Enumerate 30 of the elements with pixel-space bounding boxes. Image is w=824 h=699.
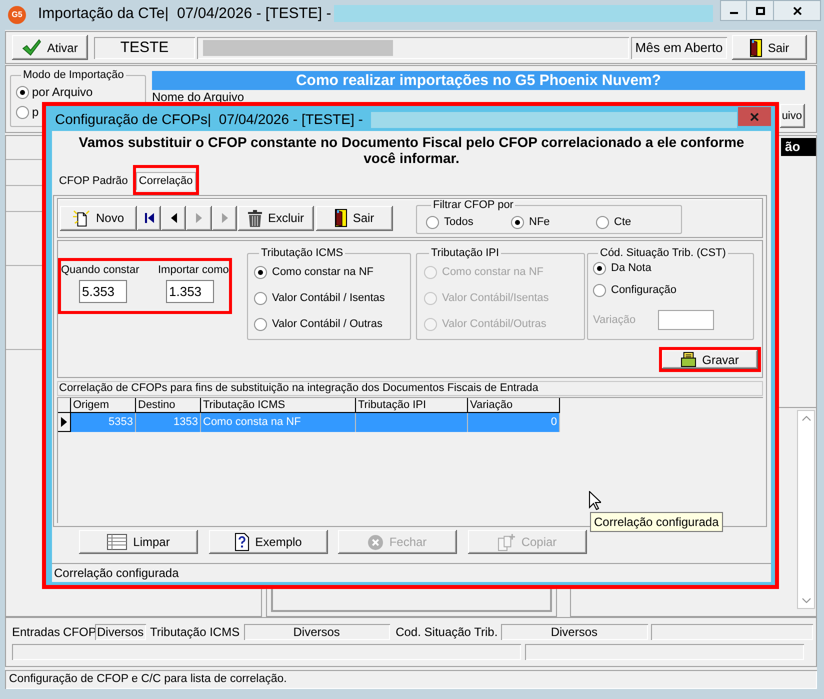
tooltip: Correlação configurada bbox=[590, 512, 723, 532]
group-title: Tributação ICMS bbox=[260, 247, 344, 260]
app-logo: G5 bbox=[8, 6, 26, 24]
field-label: Cod. Situação Trib. bbox=[396, 624, 498, 640]
grid-caption: Correlação de CFOPs para fins de substituição na integração dos Documentos Fiscais de Entrada bbox=[57, 381, 763, 396]
group-title: Cód. Situação Trib. (CST) bbox=[599, 247, 727, 260]
group-title: Tributação IPI bbox=[430, 247, 500, 260]
intro-text: Vamos substituir o CFOP constante no Documento Fiscal pelo CFOP correlacionado a ele conforme você informar. bbox=[78, 134, 746, 166]
window-title: Importação da CTe| 07/04/2026 - [TESTE] - bbox=[38, 5, 332, 23]
field-label: Importar como bbox=[158, 264, 229, 277]
dialog-title: Configuração de CFOPs| 07/04/2026 - [TESTE] - bbox=[55, 111, 363, 128]
field-label: Nome do Arquivo bbox=[152, 91, 246, 103]
readonly-field: Diversos bbox=[95, 624, 146, 640]
readonly-field: Diversos bbox=[244, 624, 390, 640]
readonly-field: Diversos bbox=[500, 624, 648, 640]
dialog-status-bar: Correlação configurada bbox=[52, 563, 771, 582]
field-label: Tributação ICMS bbox=[150, 624, 240, 640]
period-field: Mês em Aberto bbox=[631, 36, 727, 58]
company-field: TESTE bbox=[94, 36, 195, 58]
table-cell: 0 bbox=[468, 413, 560, 432]
group-title: Filtrar CFOP por bbox=[432, 198, 514, 212]
field-label: Quando constar bbox=[61, 264, 140, 277]
field-label: Entradas bbox=[12, 624, 62, 640]
status-bar: Configuração de CFOP e C/C para lista de correlação. bbox=[5, 670, 817, 689]
table-cell: 5353 bbox=[71, 413, 136, 432]
field-label: Variação bbox=[593, 314, 637, 326]
field-label: CFOP bbox=[63, 624, 95, 640]
table-cell: 1353 bbox=[136, 413, 201, 432]
table-cell: Como consta na NF bbox=[201, 413, 356, 432]
group-title: Modo de Importação bbox=[22, 69, 125, 82]
